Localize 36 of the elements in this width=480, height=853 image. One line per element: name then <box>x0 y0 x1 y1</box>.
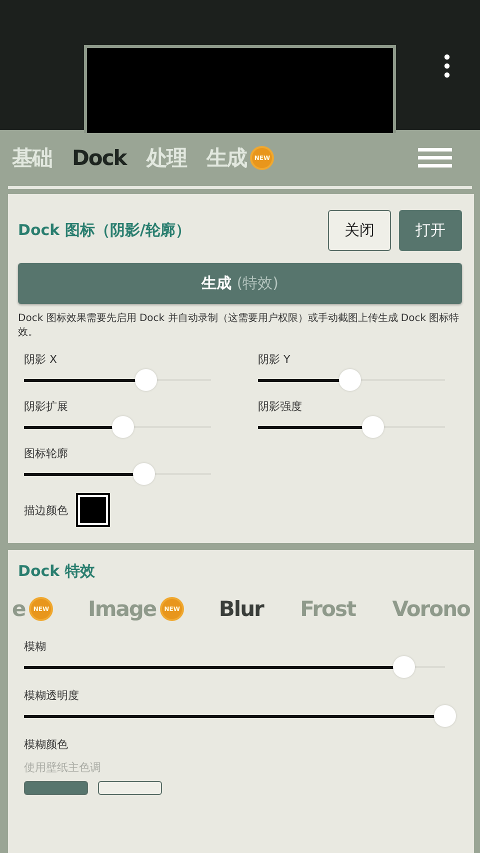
blur-color-label: 模糊颜色 <box>23 737 69 752</box>
tab[interactable]: 基础 <box>12 144 52 172</box>
toggle-button[interactable]: 关闭 <box>328 210 391 251</box>
slider-label: 阴影 Y <box>258 352 292 367</box>
slider-label: 阴影扩展 <box>24 399 69 414</box>
section-title: Dock 图标（阴影/轮廓） <box>18 221 192 240</box>
slider-label: 阴影 X <box>24 352 58 367</box>
slider-thumb[interactable] <box>362 416 384 438</box>
effect-tab[interactable]: Frost <box>300 597 356 621</box>
more-icon[interactable] <box>442 54 452 78</box>
section-title: Dock 特效 <box>17 562 96 581</box>
tab[interactable]: Dock <box>72 146 126 170</box>
slider-thumb[interactable] <box>338 369 361 391</box>
color-swatch[interactable] <box>78 495 108 525</box>
slider-thumb[interactable] <box>133 463 156 485</box>
effect-tab[interactable]: Vorono <box>392 597 470 621</box>
slider-thumb[interactable] <box>112 416 134 438</box>
slider-label: 模糊透明度 <box>24 688 80 703</box>
tab[interactable]: 生成 <box>206 144 246 172</box>
generate-button[interactable]: 生成 (特效) <box>18 263 462 304</box>
toggle-button[interactable]: 打开 <box>399 210 462 251</box>
option-button[interactable] <box>98 781 162 795</box>
menu-icon[interactable] <box>418 148 452 168</box>
tab[interactable]: 处理 <box>146 144 186 172</box>
effect-tab[interactable]: e <box>12 597 26 621</box>
note-text: Dock 图标效果需要先启用 Dock 并自动录制（这需要用户权限）或手动截图上传生成 Dock 图标特效。 <box>18 312 460 340</box>
effect-tab[interactable]: Image <box>88 597 156 621</box>
slider-label: 阴影强度 <box>258 399 303 414</box>
effect-tab[interactable]: Blur <box>218 597 264 621</box>
stroke-color-label: 描边颜色 <box>24 502 68 518</box>
slider-thumb[interactable] <box>134 369 157 391</box>
slider-thumb[interactable] <box>434 705 456 727</box>
slider-thumb[interactable] <box>393 656 415 678</box>
hint-text: 使用壁纸主色调 <box>23 760 102 775</box>
slider-label: 模糊 <box>24 639 47 654</box>
slider-label: 图标轮廓 <box>24 446 69 461</box>
